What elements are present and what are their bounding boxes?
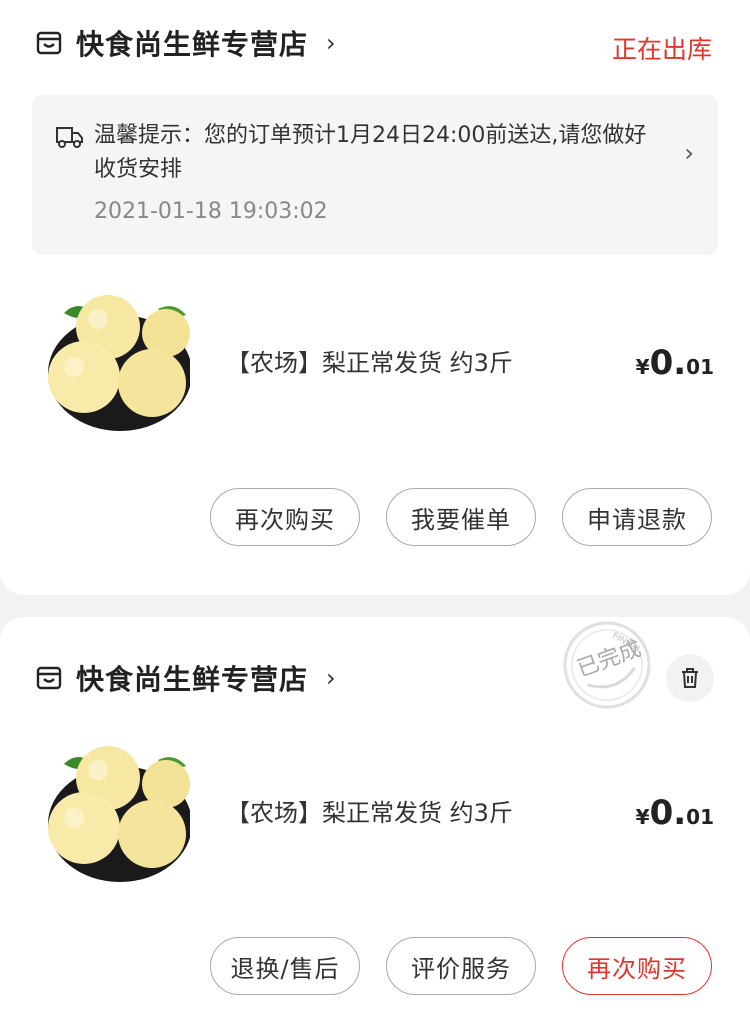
product-price: ¥0.01 xyxy=(635,343,714,383)
product-name: 【农场】梨正常发货 约3斤 xyxy=(226,799,513,827)
order-card-1: 快食尚生鲜专营店 › 正在出库 温馨提示：您的订单预计1月24日24:00前送达… xyxy=(0,0,750,595)
completed-stamp: 已完成 FINISH xyxy=(563,621,651,709)
store-header[interactable]: 快食尚生鲜专营店 › xyxy=(36,658,336,698)
buy-again-button[interactable]: 再次购买 xyxy=(562,937,712,995)
product-image[interactable] xyxy=(40,736,190,886)
truck-icon xyxy=(56,127,83,148)
order-status: 正在出库 xyxy=(611,35,712,64)
store-icon xyxy=(36,31,62,55)
store-icon xyxy=(36,666,62,690)
delivery-notice[interactable]: 温馨提示：您的订单预计1月24日24:00前送达,请您做好收货安排 2021-0… xyxy=(32,95,718,255)
product-name: 【农场】梨正常发货 约3斤 xyxy=(226,349,513,377)
review-service-button[interactable]: 评价服务 xyxy=(386,937,536,995)
chevron-right-icon: › xyxy=(326,664,336,692)
urge-order-button[interactable]: 我要催单 xyxy=(386,488,536,546)
store-header[interactable]: 快食尚生鲜专营店 › xyxy=(36,23,336,63)
delete-order-button[interactable] xyxy=(666,654,714,702)
buy-again-button[interactable]: 再次购买 xyxy=(210,488,360,546)
product-image[interactable] xyxy=(40,285,190,435)
return-aftersale-button[interactable]: 退换/售后 xyxy=(210,937,360,995)
trash-icon xyxy=(682,668,698,688)
store-name: 快食尚生鲜专营店 xyxy=(76,28,309,61)
chevron-right-icon: › xyxy=(326,29,336,57)
chevron-right-icon: › xyxy=(684,139,694,167)
product-price: ¥0.01 xyxy=(635,793,714,833)
notice-text: 温馨提示：您的订单预计1月24日24:00前送达,请您做好收货安排 xyxy=(94,123,647,182)
request-refund-button[interactable]: 申请退款 xyxy=(562,488,712,546)
store-name: 快食尚生鲜专营店 xyxy=(76,663,309,696)
notice-time: 2021-01-18 19:03:02 xyxy=(94,199,328,224)
